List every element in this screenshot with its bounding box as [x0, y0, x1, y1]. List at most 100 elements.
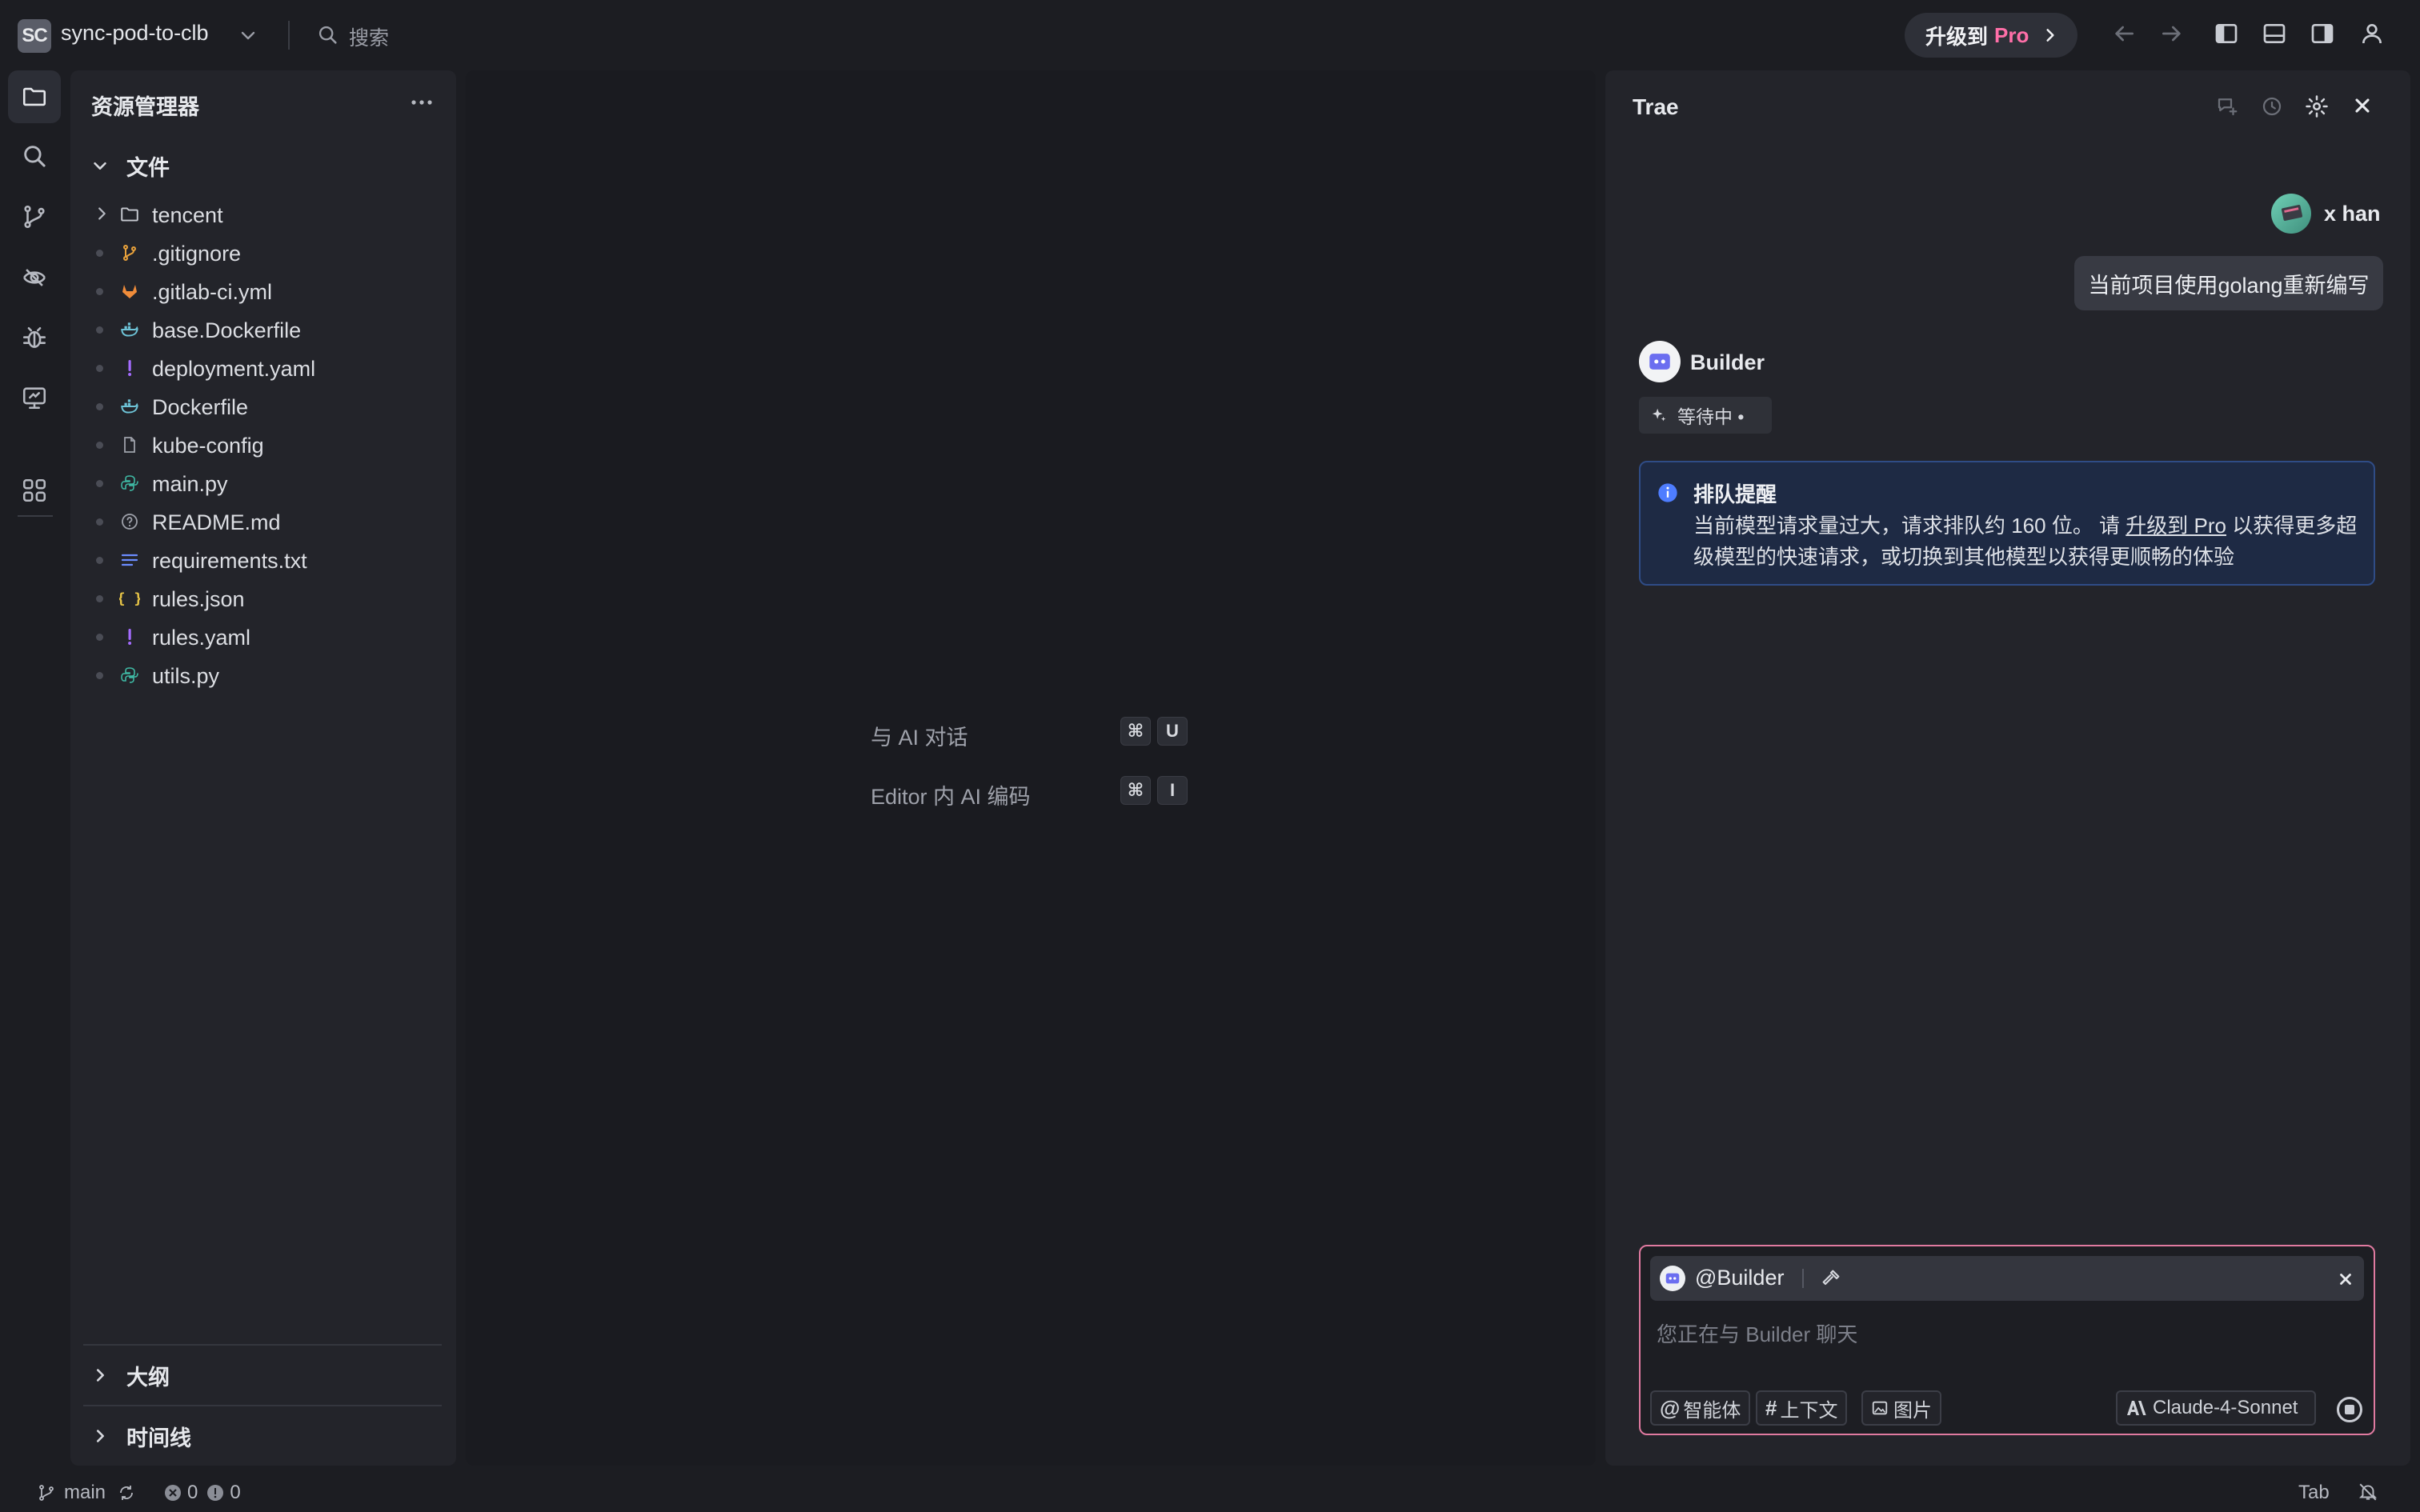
- branch-status[interactable]: main: [37, 1482, 136, 1504]
- upgrade-pro-link[interactable]: 升级到 Pro: [2126, 514, 2226, 538]
- file-item[interactable]: .gitlab-ci.yml: [70, 272, 456, 310]
- toggle-left-panel-icon[interactable]: [2214, 21, 2239, 46]
- file-name: main.py: [152, 472, 228, 496]
- file-item[interactable]: { } rules.json: [70, 579, 456, 618]
- file-item[interactable]: kube-config: [70, 426, 456, 464]
- chevron-right-icon[interactable]: [93, 205, 110, 222]
- search-label[interactable]: 搜索: [349, 22, 389, 51]
- file-name: requirements.txt: [152, 549, 307, 573]
- shortcut-key: U: [1157, 717, 1188, 746]
- notice-body: 当前模型请求量过大，请求排队约 160 位。 请 升级到 Pro 以获得更多超级…: [1693, 510, 2362, 573]
- stop-button[interactable]: [2337, 1397, 2362, 1422]
- chevron-down-icon: [91, 157, 115, 174]
- editor-area: 与 AI 对话 ⌘ U Editor 内 AI 编码 ⌘ I: [466, 70, 1596, 1466]
- model-selector[interactable]: Claude-4-Sonnet: [2116, 1390, 2316, 1426]
- title-bar: SC sync-pod-to-clb 搜索 升级到 Pro: [0, 0, 2420, 70]
- mention-separator: [1802, 1269, 1804, 1288]
- sparkle-icon: [1650, 406, 1677, 424]
- svg-text:{ }: { }: [119, 590, 140, 607]
- tree-indent-dot: [96, 480, 103, 487]
- tree-indent-dot: [96, 595, 103, 602]
- exclamation-icon: [118, 626, 141, 648]
- section-divider: [83, 1405, 442, 1406]
- search-icon[interactable]: [8, 130, 61, 182]
- upgrade-pro-button[interactable]: 升级到 Pro: [1905, 13, 2077, 58]
- file-item[interactable]: rules.yaml: [70, 618, 456, 656]
- settings-gear-icon[interactable]: [2305, 94, 2329, 118]
- account-icon[interactable]: [2359, 21, 2385, 46]
- anthropic-icon: [2127, 1401, 2146, 1415]
- file-name: README.md: [152, 510, 281, 534]
- ai-chat-panel: Trae x han 当前项目使用golang重新编写 Builder 等待中 …: [1605, 70, 2410, 1466]
- at-sign-icon: @: [1660, 1395, 1681, 1420]
- chevron-right-icon: [2042, 27, 2058, 43]
- extensions-grid-icon[interactable]: [8, 464, 61, 517]
- chat-input[interactable]: 您正在与 Builder 聊天: [1657, 1318, 1857, 1348]
- file-item[interactable]: base.Dockerfile: [70, 310, 456, 349]
- remote-explorer-icon[interactable]: [8, 251, 61, 304]
- agent-label: 智能体: [1683, 1399, 1741, 1422]
- history-icon[interactable]: [2260, 94, 2284, 118]
- toggle-bottom-panel-icon[interactable]: [2262, 21, 2287, 46]
- file-item[interactable]: main.py: [70, 464, 456, 502]
- file-name: tencent: [152, 203, 223, 227]
- timeline-section-header[interactable]: 时间线: [91, 1416, 191, 1456]
- agent-button[interactable]: @ 智能体: [1650, 1390, 1751, 1426]
- project-badge[interactable]: SC: [18, 19, 51, 53]
- file-name: .gitlab-ci.yml: [152, 280, 273, 304]
- toggle-right-panel-icon[interactable]: [2310, 21, 2335, 46]
- back-arrow-icon[interactable]: [2111, 21, 2137, 46]
- files-section-header[interactable]: 文件: [91, 146, 170, 186]
- file-name: deployment.yaml: [152, 357, 316, 381]
- notifications-off-icon[interactable]: [2358, 1482, 2378, 1502]
- image-button[interactable]: 图片: [1861, 1390, 1941, 1426]
- mention-label: @Builder: [1695, 1266, 1785, 1290]
- outline-section-header[interactable]: 大纲: [91, 1355, 170, 1395]
- shortcut-key: ⌘: [1120, 776, 1151, 805]
- debug-bug-icon[interactable]: [8, 312, 61, 365]
- problems-status[interactable]: 0 0: [163, 1482, 241, 1504]
- new-chat-icon[interactable]: [2215, 94, 2239, 118]
- warning-count: 0: [230, 1482, 241, 1503]
- chevron-down-icon[interactable]: [238, 26, 258, 45]
- source-control-icon[interactable]: [8, 190, 61, 243]
- tree-indent-dot: [96, 557, 103, 564]
- close-icon[interactable]: [2351, 94, 2374, 117]
- waiting-status: 等待中 •: [1639, 397, 1772, 434]
- tab-indicator[interactable]: Tab: [2298, 1482, 2330, 1504]
- file-item[interactable]: deployment.yaml: [70, 349, 456, 387]
- more-options-icon[interactable]: [410, 94, 434, 110]
- docker-icon: [118, 395, 141, 418]
- close-icon[interactable]: [2337, 1270, 2354, 1288]
- file-item[interactable]: Dockerfile: [70, 387, 456, 426]
- folder-item[interactable]: tencent: [70, 195, 456, 234]
- user-name: x han: [2324, 202, 2381, 226]
- file-item[interactable]: requirements.txt: [70, 541, 456, 579]
- section-divider: [83, 1344, 442, 1346]
- sync-icon: [120, 1486, 133, 1500]
- file-item[interactable]: README.md: [70, 502, 456, 541]
- bot-name: Builder: [1690, 350, 1765, 374]
- file-icon: [118, 434, 141, 456]
- file-item[interactable]: .gitignore: [70, 234, 456, 272]
- search-icon[interactable]: [317, 24, 339, 46]
- hammer-icon[interactable]: [1820, 1267, 1842, 1290]
- tree-indent-dot: [96, 672, 103, 679]
- lines-icon: [118, 549, 141, 571]
- context-button[interactable]: # 上下文: [1756, 1390, 1848, 1426]
- file-name: Dockerfile: [152, 395, 249, 419]
- preview-monitor-icon[interactable]: [8, 371, 61, 424]
- braces-icon: { }: [118, 587, 141, 610]
- tree-indent-dot: [96, 634, 103, 641]
- git-branch-icon: [118, 242, 141, 264]
- explorer-title: 资源管理器: [91, 95, 199, 119]
- project-name[interactable]: sync-pod-to-clb: [61, 21, 209, 46]
- tree-indent-dot: [96, 250, 103, 257]
- forward-arrow-icon[interactable]: [2159, 21, 2185, 46]
- file-item[interactable]: utils.py: [70, 656, 456, 694]
- file-name: .gitignore: [152, 242, 242, 266]
- outline-section-label: 大纲: [126, 1365, 170, 1390]
- hash-icon: #: [1765, 1395, 1777, 1420]
- error-icon: [165, 1485, 181, 1501]
- explorer-icon[interactable]: [8, 70, 61, 123]
